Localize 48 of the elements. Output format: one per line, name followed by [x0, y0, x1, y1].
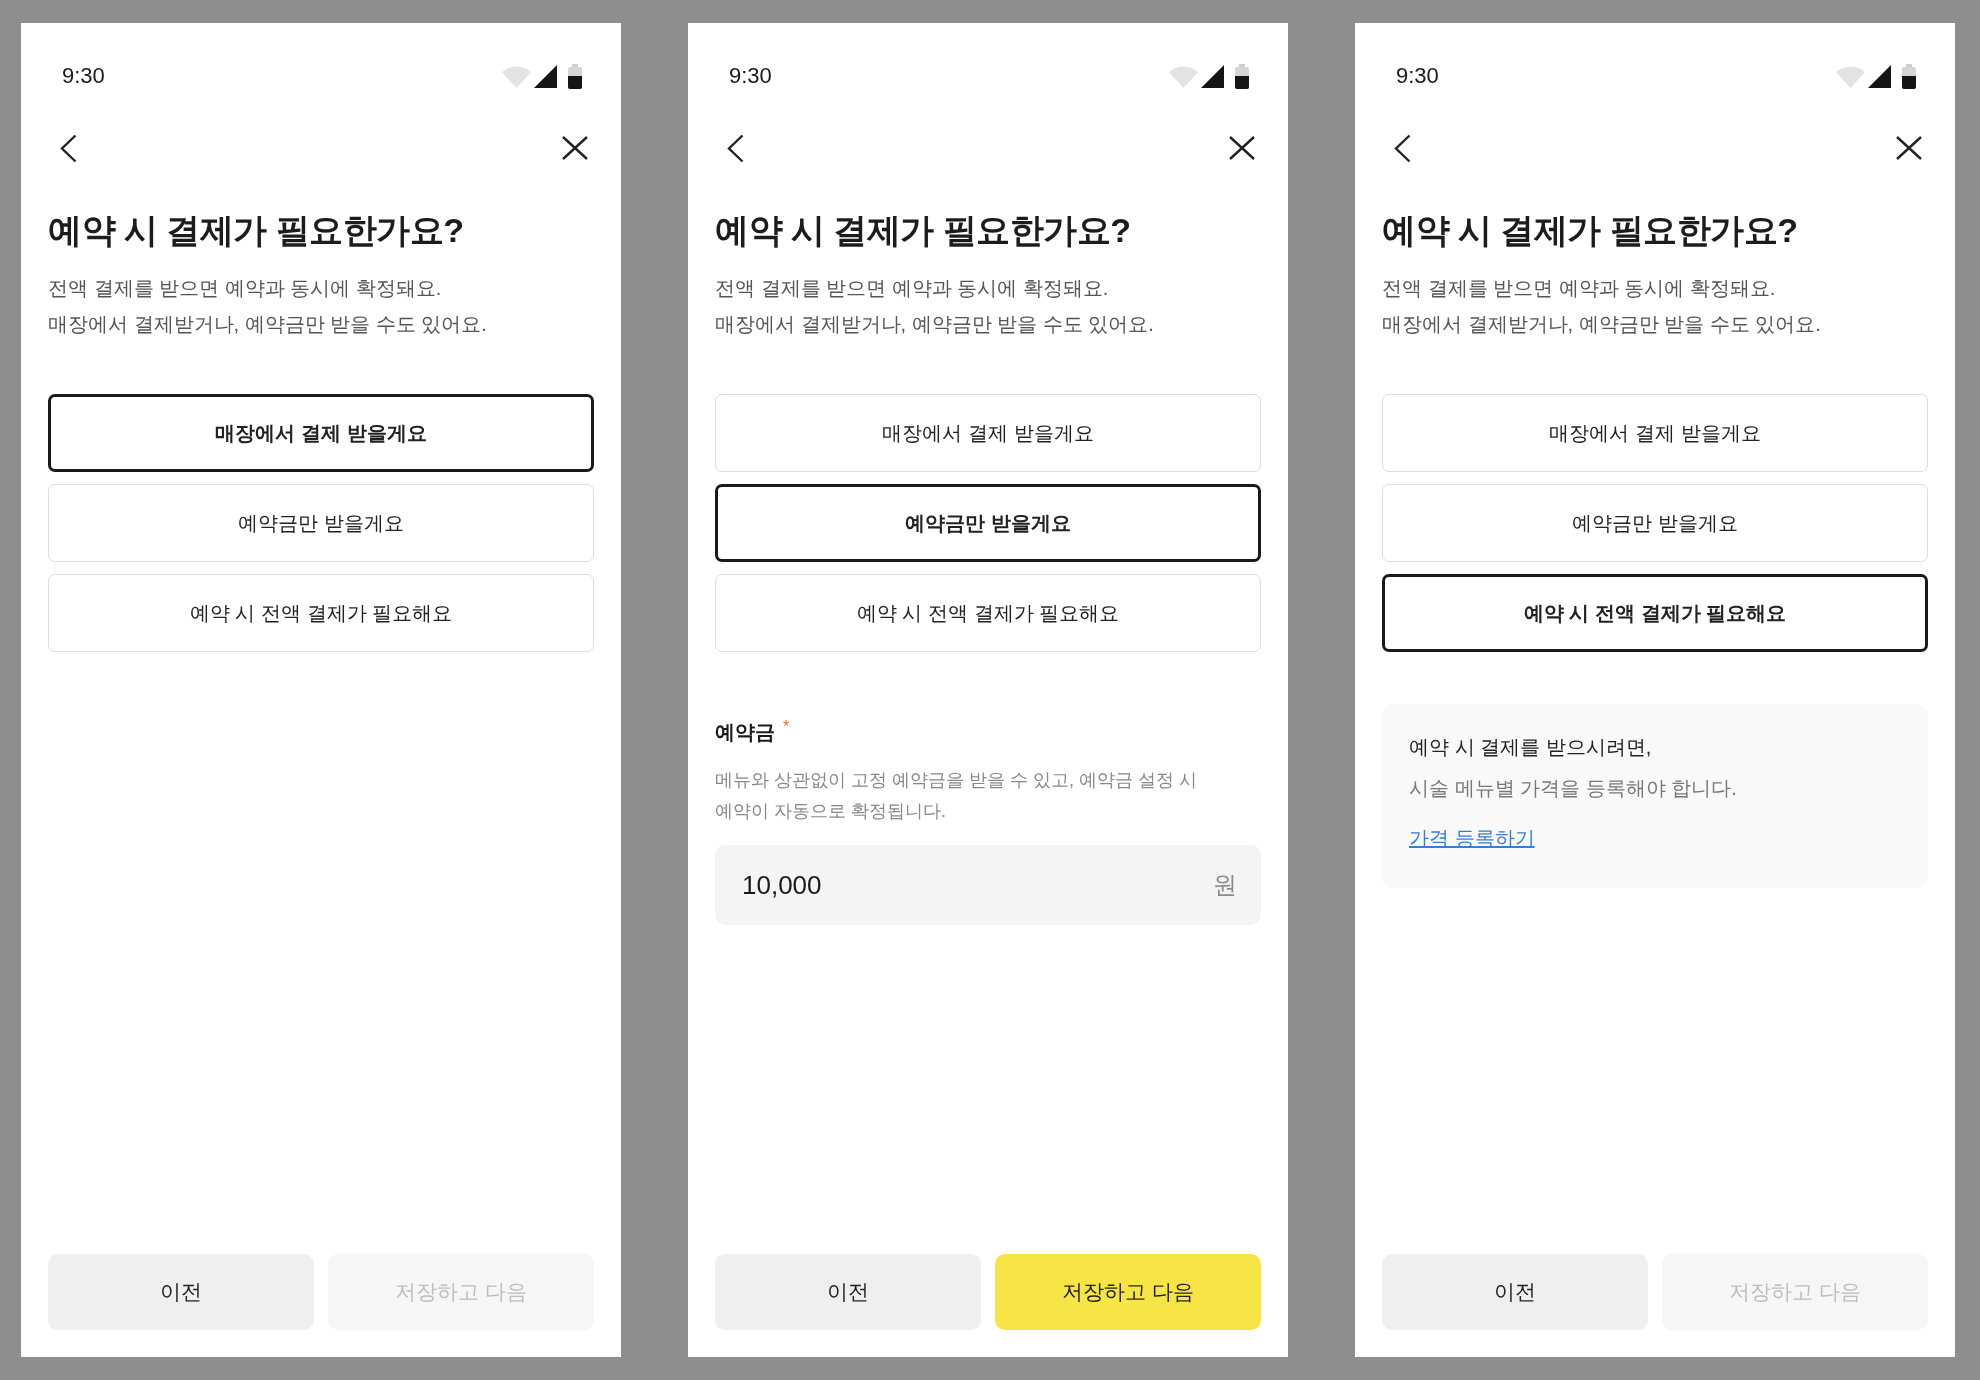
- payment-option[interactable]: 예약 시 전액 결제가 필요해요: [715, 574, 1261, 652]
- payment-option[interactable]: 예약금만 받을게요: [715, 484, 1261, 562]
- description-text: 전액 결제를 받으면 예약과 동시에 확정돼요.: [48, 276, 443, 301]
- close-icon[interactable]: [1896, 136, 1922, 160]
- payment-option[interactable]: 예약 시 전액 결제가 필요해요: [48, 574, 594, 652]
- status-time: 9:30: [62, 62, 105, 90]
- payment-option[interactable]: 예약 시 전액 결제가 필요해요: [1382, 574, 1928, 652]
- signal-icon: [1868, 64, 1891, 88]
- payment-option[interactable]: 예약금만 받을게요: [1382, 484, 1928, 562]
- screen-title: 예약 시 결제가 필요한가요?: [48, 210, 465, 251]
- signal-icon: [1201, 64, 1224, 88]
- status-time: 9:30: [729, 62, 772, 90]
- description-text: 전액 결제를 받으면 예약과 동시에 확정돼요.: [1382, 276, 1777, 301]
- wifi-icon: [502, 64, 531, 88]
- back-icon[interactable]: [60, 133, 77, 163]
- unit-label: 원: [1213, 870, 1237, 900]
- signal-icon: [534, 64, 557, 88]
- payment-option[interactable]: 예약금만 받을게요: [48, 484, 594, 562]
- required-mark: *: [783, 718, 790, 736]
- screen-title: 예약 시 결제가 필요한가요?: [715, 210, 1132, 251]
- notice-heading: 예약 시 결제를 받으시려면,: [1409, 735, 1653, 760]
- description-text: 매장에서 결제받거나, 예약금만 받을 수도 있어요.: [1382, 312, 1822, 337]
- notice-text: 시술 메뉴별 가격을 등록해야 합니다.: [1409, 776, 1738, 801]
- battery-icon: [568, 63, 582, 89]
- payment-option[interactable]: 매장에서 결제 받을게요: [48, 394, 594, 472]
- help-text: 메뉴와 상관없이 고정 예약금을 받을 수 있고, 예약금 설정 시: [715, 769, 1198, 792]
- status-time: 9:30: [1396, 62, 1439, 90]
- description-text: 매장에서 결제받거나, 예약금만 받을 수도 있어요.: [715, 312, 1155, 337]
- back-icon[interactable]: [727, 133, 744, 163]
- screen-title: 예약 시 결제가 필요한가요?: [1382, 210, 1799, 251]
- register-price-link[interactable]: 가격 등록하기: [1409, 827, 1535, 849]
- previous-button[interactable]: 이전: [715, 1254, 981, 1330]
- payment-option[interactable]: 매장에서 결제 받을게요: [715, 394, 1261, 472]
- battery-icon: [1235, 63, 1249, 89]
- wifi-icon: [1836, 64, 1865, 88]
- description-text: 전액 결제를 받으면 예약과 동시에 확정돼요.: [715, 276, 1110, 301]
- description-text: 매장에서 결제받거나, 예약금만 받을 수도 있어요.: [48, 312, 488, 337]
- help-text: 예약이 자동으로 확정됩니다.: [715, 800, 947, 823]
- field-label: 예약금: [715, 720, 775, 745]
- back-icon[interactable]: [1394, 133, 1411, 163]
- payment-option[interactable]: 매장에서 결제 받을게요: [1382, 394, 1928, 472]
- save-next-button[interactable]: 저장하고 다음: [995, 1254, 1261, 1330]
- previous-button[interactable]: 이전: [1382, 1254, 1648, 1330]
- close-icon[interactable]: [562, 136, 588, 160]
- battery-icon: [1902, 63, 1916, 89]
- wifi-icon: [1169, 64, 1198, 88]
- close-icon[interactable]: [1229, 136, 1255, 160]
- previous-button[interactable]: 이전: [48, 1254, 314, 1330]
